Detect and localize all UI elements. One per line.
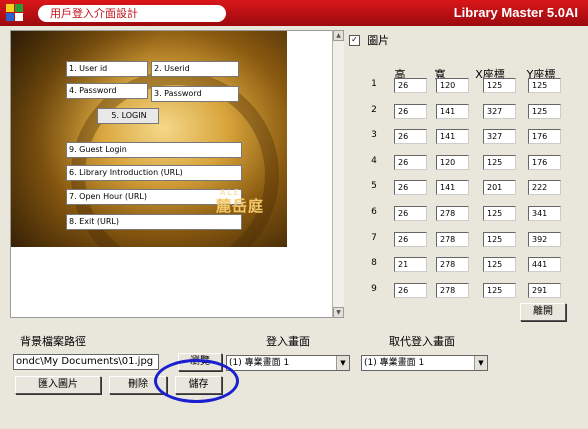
grid-cell-x[interactable]: 125 <box>483 257 516 272</box>
image-checkbox-label: 圖片 <box>367 34 390 47</box>
grid-cell-h[interactable]: 26 <box>394 232 427 247</box>
grid-cell-h[interactable]: 26 <box>394 129 427 144</box>
grid-cell-w[interactable]: 278 <box>436 206 469 221</box>
grid-cell-y[interactable]: 341 <box>528 206 561 221</box>
preview-guest-login[interactable]: 9. Guest Login <box>66 142 242 158</box>
scroll-up-icon[interactable]: ▲ <box>333 30 344 41</box>
row-number: 7 <box>371 233 377 243</box>
grid-cell-x[interactable]: 125 <box>483 283 516 298</box>
checkbox-box[interactable]: ✓ <box>349 34 360 46</box>
row-number: 2 <box>371 105 377 115</box>
grid-cell-h[interactable]: 26 <box>394 180 427 195</box>
leave-button[interactable]: 離開 <box>520 303 566 321</box>
scroll-down-icon[interactable]: ▼ <box>333 307 344 318</box>
grid-cell-w[interactable]: 278 <box>436 283 469 298</box>
grid-cell-x[interactable]: 125 <box>483 155 516 170</box>
row-number: 8 <box>371 258 377 268</box>
login-screen-label: 登入畫面 <box>266 335 310 348</box>
chevron-down-icon[interactable]: ▼ <box>336 356 349 370</box>
login-screen-select[interactable]: (1) 專業畫面 1 ▼ <box>226 355 350 371</box>
grid-cell-y[interactable]: 441 <box>528 257 561 272</box>
row-number: 5 <box>371 181 377 191</box>
grid-cell-y[interactable]: 222 <box>528 180 561 195</box>
row-number: 9 <box>371 284 377 294</box>
grid-cell-x[interactable]: 125 <box>483 232 516 247</box>
image-checkbox[interactable]: ✓ 圖片 <box>349 32 389 48</box>
grid-cell-h[interactable]: 26 <box>394 283 427 298</box>
grid-cell-y[interactable]: 125 <box>528 104 561 119</box>
highlight-ellipse <box>154 359 239 403</box>
grid-cell-h[interactable]: 26 <box>394 78 427 93</box>
brand-art-large: 麓岳庭 <box>216 197 265 215</box>
preview-panel: 1. User id 2. Userid 4. Password 3. Pass… <box>10 30 343 318</box>
row-number: 3 <box>371 130 377 140</box>
preview-field-password-label[interactable]: 4. Password <box>66 83 148 99</box>
preview-field-password[interactable]: 3. Password <box>151 86 239 102</box>
row-number: 6 <box>371 207 377 217</box>
window-subtitle: 用戶登入介面設計 <box>38 5 226 22</box>
grid-cell-h[interactable]: 21 <box>394 257 427 272</box>
preview-scrollbar[interactable]: ▲ ▼ <box>332 30 344 318</box>
replace-login-screen-label: 取代登入畫面 <box>389 335 455 348</box>
grid-cell-h[interactable]: 26 <box>394 155 427 170</box>
grid-cell-h[interactable]: 26 <box>394 104 427 119</box>
grid-cell-x[interactable]: 327 <box>483 104 516 119</box>
row-number: 4 <box>371 156 377 166</box>
preview-login-button[interactable]: 5. LOGIN <box>97 108 159 124</box>
grid-cell-w[interactable]: 141 <box>436 180 469 195</box>
grid-cell-x[interactable]: 125 <box>483 206 516 221</box>
grid-cell-w[interactable]: 141 <box>436 104 469 119</box>
grid-cell-y[interactable]: 291 <box>528 283 561 298</box>
grid-cell-y[interactable]: 176 <box>528 129 561 144</box>
grid-cell-x[interactable]: 201 <box>483 180 516 195</box>
grid-cell-w[interactable]: 120 <box>436 155 469 170</box>
replace-login-screen-select-value: (1) 專業畫面 1 <box>364 358 425 368</box>
login-screen-select-value: (1) 專業畫面 1 <box>229 358 290 368</box>
row-number: 1 <box>371 79 377 89</box>
grid-cell-x[interactable]: 327 <box>483 129 516 144</box>
grid-cell-y[interactable]: 176 <box>528 155 561 170</box>
grid-cell-y[interactable]: 125 <box>528 78 561 93</box>
replace-login-screen-select[interactable]: (1) 專業畫面 1 ▼ <box>361 355 488 371</box>
background-path-label: 背景檔案路徑 <box>20 335 86 348</box>
preview-exit[interactable]: 8. Exit (URL) <box>66 214 242 230</box>
grid-cell-w[interactable]: 141 <box>436 129 469 144</box>
preview-library-intro[interactable]: 6. Library Introduction (URL) <box>66 165 242 181</box>
app-logo-icon <box>6 4 24 22</box>
chevron-down-icon[interactable]: ▼ <box>474 356 487 370</box>
grid-cell-w[interactable]: 278 <box>436 257 469 272</box>
background-path-input[interactable]: ondc\My Documents\01.jpg <box>13 354 159 370</box>
app-name: Library Master 5.0AI <box>453 5 578 20</box>
grid-cell-x[interactable]: 125 <box>483 78 516 93</box>
grid-cell-h[interactable]: 26 <box>394 206 427 221</box>
grid-cell-y[interactable]: 392 <box>528 232 561 247</box>
grid-cell-w[interactable]: 278 <box>436 232 469 247</box>
grid-cell-w[interactable]: 120 <box>436 78 469 93</box>
import-image-button[interactable]: 匯入圖片 <box>15 376 101 394</box>
brand-art-small: ALE <box>220 188 241 197</box>
preview-field-userid[interactable]: 2. Userid <box>151 61 239 77</box>
preview-field-userid-label[interactable]: 1. User id <box>66 61 148 77</box>
